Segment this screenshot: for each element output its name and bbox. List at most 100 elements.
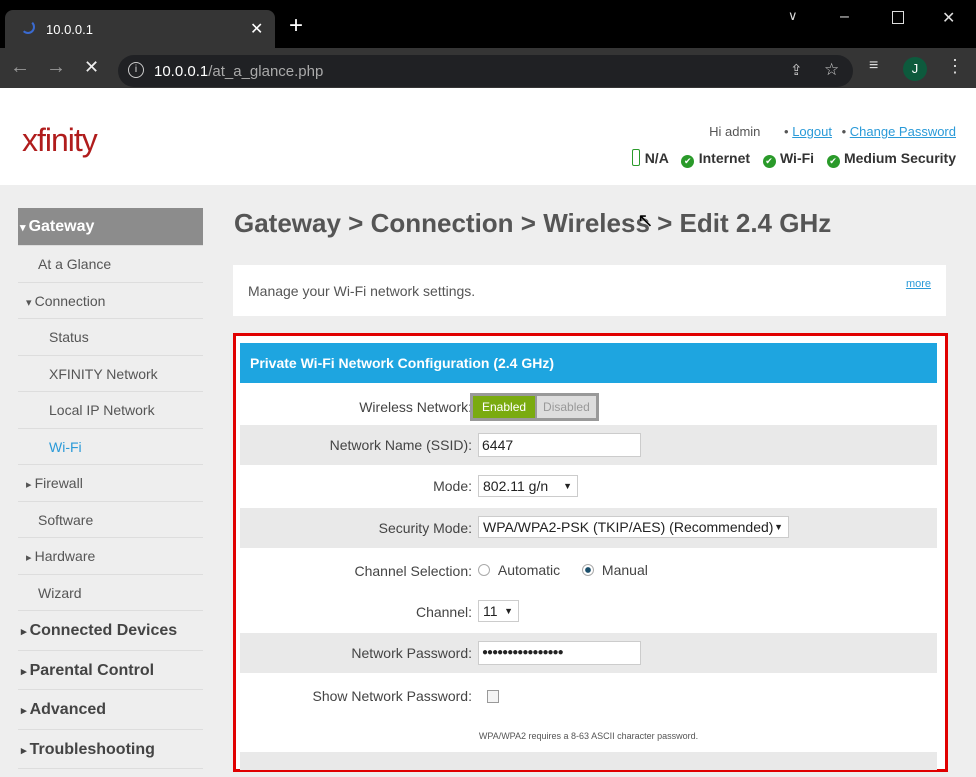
caret-right-icon: ▸ <box>21 665 30 678</box>
sidebar-item-at-a-glance[interactable]: At a Glance <box>18 246 203 283</box>
caret-down-icon: ▾ <box>20 222 29 234</box>
channel-select[interactable]: 11 ▼ <box>478 600 519 622</box>
sidebar-item-xfinity-network[interactable]: XFINITY Network <box>18 356 203 392</box>
sidebar-item-label: Connection <box>34 292 106 309</box>
manual-radio[interactable] <box>582 564 595 576</box>
wireless-network-row: Wireless Network: Enabled Disabled <box>240 387 937 427</box>
sidebar-item-label: Local IP Network <box>49 402 155 418</box>
sidebar-item-label: Wi-Fi <box>49 438 82 455</box>
sidebar-item-label: Gateway <box>28 218 95 235</box>
check-icon: ✔ <box>681 155 695 168</box>
tab-search-icon[interactable]: ∨ <box>788 8 798 24</box>
battery-status: N/A <box>644 150 669 166</box>
sidebar-item-connection[interactable]: ▾ Connection <box>18 283 203 319</box>
browser-tab[interactable]: 10.0.0.1 ✕ <box>5 10 275 48</box>
manual-label: Manual <box>601 562 648 578</box>
stop-icon[interactable]: ✕ <box>84 57 99 78</box>
password-note: WPA/WPA2 requires a 8-63 ASCII character… <box>478 731 699 741</box>
url-path: /at_a_glance.php <box>208 63 324 80</box>
check-icon: ✔ <box>826 155 840 168</box>
profile-avatar[interactable]: J <box>903 57 927 81</box>
mouse-cursor-icon: ↖ <box>637 210 654 232</box>
forward-icon[interactable]: → <box>46 56 66 79</box>
sidebar-item-gateway[interactable]: ▾ Gateway <box>18 208 203 246</box>
security-mode-label: Security Mode: <box>378 520 472 536</box>
site-header: xfinity Hi admin • Logout • Change Passw… <box>0 88 976 185</box>
share-icon[interactable]: ⇪ <box>790 61 803 79</box>
mode-row: Mode: 802.11 g/n ▼ <box>240 466 937 506</box>
menu-icon[interactable]: ⋮ <box>946 56 964 77</box>
channel-value: 11 <box>483 603 498 619</box>
security-status: Medium Security <box>843 150 956 166</box>
show-password-row: Show Network Password: <box>240 676 937 716</box>
automatic-radio[interactable] <box>478 564 490 576</box>
mode-value: 802.11 g/n <box>483 478 549 494</box>
media-icon[interactable]: ≡ <box>869 57 878 75</box>
status-bar: N/A ✔ Internet ✔ Wi-Fi ✔ Medium Security <box>632 149 956 168</box>
tab-bar: 10.0.0.1 ✕ + ∨ – ✕ <box>0 0 976 48</box>
internet-status: Internet <box>698 150 751 166</box>
sidebar-item-label: Advanced <box>29 701 107 718</box>
page-title: Gateway > Connection > Wireless > Edit 2… <box>234 208 832 238</box>
sidebar-item-hardware[interactable]: ▸ Hardware <box>18 538 203 575</box>
password-input[interactable]: ●●●●●●●●●●●●●●●● <box>478 641 641 665</box>
xfinity-logo: xfinity <box>22 122 98 158</box>
sidebar-item-firewall[interactable]: ▸ Firewall <box>18 465 203 502</box>
more-link[interactable]: more <box>906 278 931 290</box>
sidebar-item-label: Troubleshooting <box>29 740 155 758</box>
change-password-link[interactable]: Change Password <box>850 124 956 139</box>
caret-right-icon: ▸ <box>21 744 30 757</box>
close-tab-icon[interactable]: ✕ <box>250 19 263 39</box>
channel-selection-label: Channel Selection: <box>354 563 472 579</box>
dropdown-arrow-icon: ▼ <box>563 481 572 491</box>
page: xfinity Hi admin • Logout • Change Passw… <box>0 88 976 777</box>
new-tab-icon[interactable]: + <box>289 14 303 38</box>
caret-down-icon: ▾ <box>26 296 35 309</box>
show-password-checkbox[interactable] <box>487 690 499 703</box>
sidebar-item-status[interactable]: Status <box>18 319 203 356</box>
security-mode-value: WPA/WPA2-PSK (TKIP/AES) (Recommended) <box>483 519 774 535</box>
back-icon[interactable]: ← <box>10 56 30 79</box>
address-bar[interactable]: i 10.0.0.1/at_a_glance.php ⇪ ☆ <box>118 55 853 87</box>
greeting: Hi admin <box>709 124 761 139</box>
bookmark-star-icon[interactable]: ☆ <box>824 60 839 80</box>
ssid-row: Network Name (SSID): 6447 <box>240 425 937 465</box>
wifi-status: Wi-Fi <box>779 150 815 166</box>
enabled-button[interactable]: Enabled <box>473 396 536 418</box>
sidebar-item-parental-control[interactable]: ▸ Parental Control <box>18 651 203 690</box>
caret-right-icon: ▸ <box>26 552 35 564</box>
sidebar-item-connected-devices[interactable]: ▸ Connected Devices <box>18 611 203 651</box>
mode-label: Mode: <box>433 478 472 494</box>
wireless-toggle[interactable]: Enabled Disabled <box>470 393 599 421</box>
tab-title: 10.0.0.1 <box>46 22 93 37</box>
ssid-label: Network Name (SSID): <box>329 437 472 453</box>
sidebar-item-troubleshooting[interactable]: ▸ Troubleshooting <box>18 730 203 769</box>
sidebar-item-label: XFINITY Network <box>49 365 158 382</box>
channel-selection-row: Channel Selection: Automatic Manual <box>240 551 937 591</box>
sidebar-item-label: Wizard <box>38 584 82 601</box>
close-window-icon[interactable]: ✕ <box>942 8 955 28</box>
ssid-input[interactable]: 6447 <box>478 433 641 457</box>
automatic-label: Automatic <box>497 562 561 578</box>
disabled-button[interactable]: Disabled <box>537 396 596 418</box>
logout-link[interactable]: Logout <box>792 124 832 139</box>
dropdown-arrow-icon: ▼ <box>774 522 783 532</box>
description-box: Manage your Wi-Fi network settings. more <box>233 265 946 316</box>
battery-icon <box>632 149 641 166</box>
security-mode-select[interactable]: WPA/WPA2-PSK (TKIP/AES) (Recommended) ▼ <box>478 516 789 538</box>
sidebar-item-wi-fi[interactable]: Wi-Fi <box>18 429 203 465</box>
sidebar-item-advanced[interactable]: ▸ Advanced <box>18 690 203 730</box>
mode-select[interactable]: 802.11 g/n ▼ <box>478 475 578 497</box>
minimize-icon[interactable]: – <box>840 8 849 26</box>
password-label: Network Password: <box>351 645 472 661</box>
sidebar-item-local-ip-network[interactable]: Local IP Network <box>18 392 203 429</box>
wireless-network-label: Wireless Network: <box>359 399 472 415</box>
security-mode-row: Security Mode: WPA/WPA2-PSK (TKIP/AES) (… <box>240 508 937 548</box>
show-password-label: Show Network Password: <box>312 688 472 704</box>
maximize-icon[interactable] <box>892 11 904 24</box>
sidebar-item-label: Software <box>38 511 94 528</box>
info-icon[interactable]: i <box>128 62 144 78</box>
password-row: Network Password: ●●●●●●●●●●●●●●●● <box>240 633 937 673</box>
sidebar-item-wizard[interactable]: Wizard <box>18 575 203 611</box>
sidebar-item-software[interactable]: Software <box>18 502 203 538</box>
